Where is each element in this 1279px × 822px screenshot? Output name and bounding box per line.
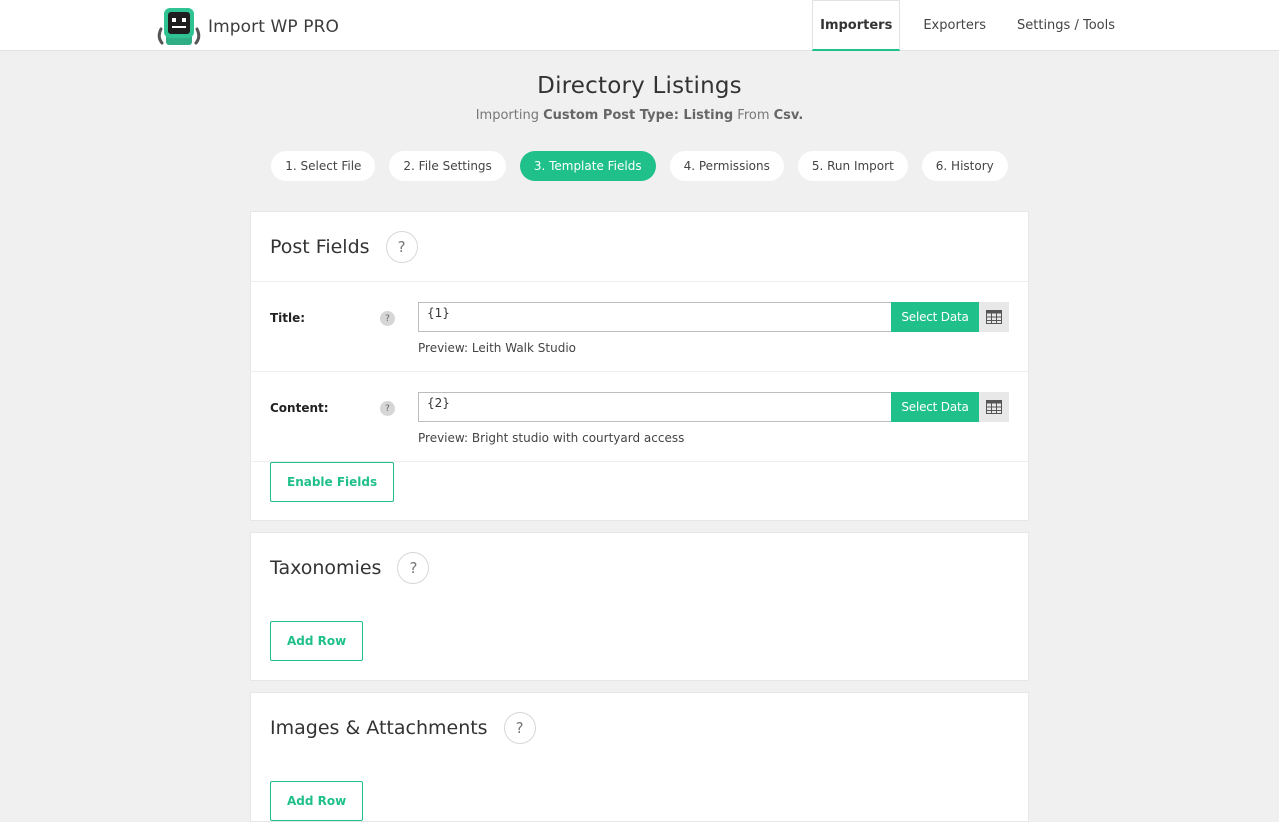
page-title: Directory Listings: [537, 73, 742, 99]
field-row-title: Title: ? {1} Select Data Preview: Leith …: [251, 281, 1028, 371]
step-tabs: 1. Select File 2. File Settings 3. Templ…: [0, 151, 1279, 181]
attachments-add-row-button[interactable]: Add Row: [270, 781, 364, 821]
enable-fields-button[interactable]: Enable Fields: [270, 462, 395, 502]
brand[interactable]: Import WP PRO: [156, 7, 339, 47]
step-template-fields[interactable]: 3. Template Fields: [519, 151, 656, 181]
page-header: Directory Listings Importing Custom Post…: [0, 73, 1279, 123]
content-help-icon[interactable]: ?: [380, 401, 395, 416]
title-help-icon[interactable]: ?: [380, 311, 395, 326]
title-preview: Preview: Leith Walk Studio: [418, 341, 576, 355]
subtitle-post-type: Custom Post Type: Listing: [543, 108, 734, 123]
attachments-panel: Images & Attachments ? Add Row: [250, 692, 1029, 822]
step-select-file[interactable]: 1. Select File: [271, 151, 376, 181]
robot-logo-icon: [156, 7, 202, 47]
taxonomies-title: Taxonomies: [270, 556, 382, 579]
page-subtitle: Importing Custom Post Type: Listing From…: [0, 108, 1279, 123]
taxonomies-add-row-button[interactable]: Add Row: [270, 621, 364, 661]
step-permissions[interactable]: 4. Permissions: [669, 151, 784, 181]
nav-importers[interactable]: Importers: [812, 0, 901, 51]
nav-settings-tools[interactable]: Settings / Tools: [1009, 0, 1123, 51]
attachments-header: Images & Attachments ?: [251, 693, 1028, 762]
nav-exporters[interactable]: Exporters: [915, 0, 994, 51]
taxonomies-help-icon[interactable]: ?: [397, 551, 430, 584]
app-name: Import WP PRO: [208, 17, 340, 37]
post-fields-title: Post Fields: [270, 235, 370, 258]
post-fields-panel: Post Fields ? Title: ? {1} Select Data P…: [250, 211, 1029, 521]
post-fields-help-icon[interactable]: ?: [385, 230, 418, 263]
content-select-data-button[interactable]: Select Data: [891, 392, 979, 422]
step-history[interactable]: 6. History: [921, 151, 1008, 181]
taxonomies-header: Taxonomies ?: [251, 533, 1028, 602]
title-input[interactable]: {1}: [418, 302, 892, 332]
top-nav: Importers Exporters Settings / Tools: [797, 0, 1123, 51]
step-run-import[interactable]: 5. Run Import: [797, 151, 908, 181]
subtitle-source: Csv.: [773, 108, 804, 123]
subtitle-from: From: [737, 108, 770, 123]
table-icon[interactable]: [979, 392, 1009, 422]
content-label: Content:: [270, 401, 329, 415]
step-file-settings[interactable]: 2. File Settings: [389, 151, 506, 181]
title-label: Title:: [270, 311, 306, 325]
attachments-title: Images & Attachments: [270, 716, 488, 739]
content-preview: Preview: Bright studio with courtyard ac…: [418, 431, 685, 445]
field-row-content: Content: ? {2} Select Data Preview: Brig…: [251, 371, 1028, 461]
subtitle-prefix: Importing: [475, 108, 539, 123]
top-bar: Import WP PRO Importers Exporters Settin…: [0, 0, 1279, 51]
attachments-help-icon[interactable]: ?: [503, 711, 536, 744]
post-fields-header: Post Fields ?: [251, 212, 1028, 281]
content-input[interactable]: {2}: [418, 392, 892, 422]
post-fields-footer: Enable Fields: [251, 461, 1028, 522]
taxonomies-panel: Taxonomies ? Add Row: [250, 532, 1029, 681]
title-select-data-button[interactable]: Select Data: [891, 302, 979, 332]
table-icon[interactable]: [979, 302, 1009, 332]
